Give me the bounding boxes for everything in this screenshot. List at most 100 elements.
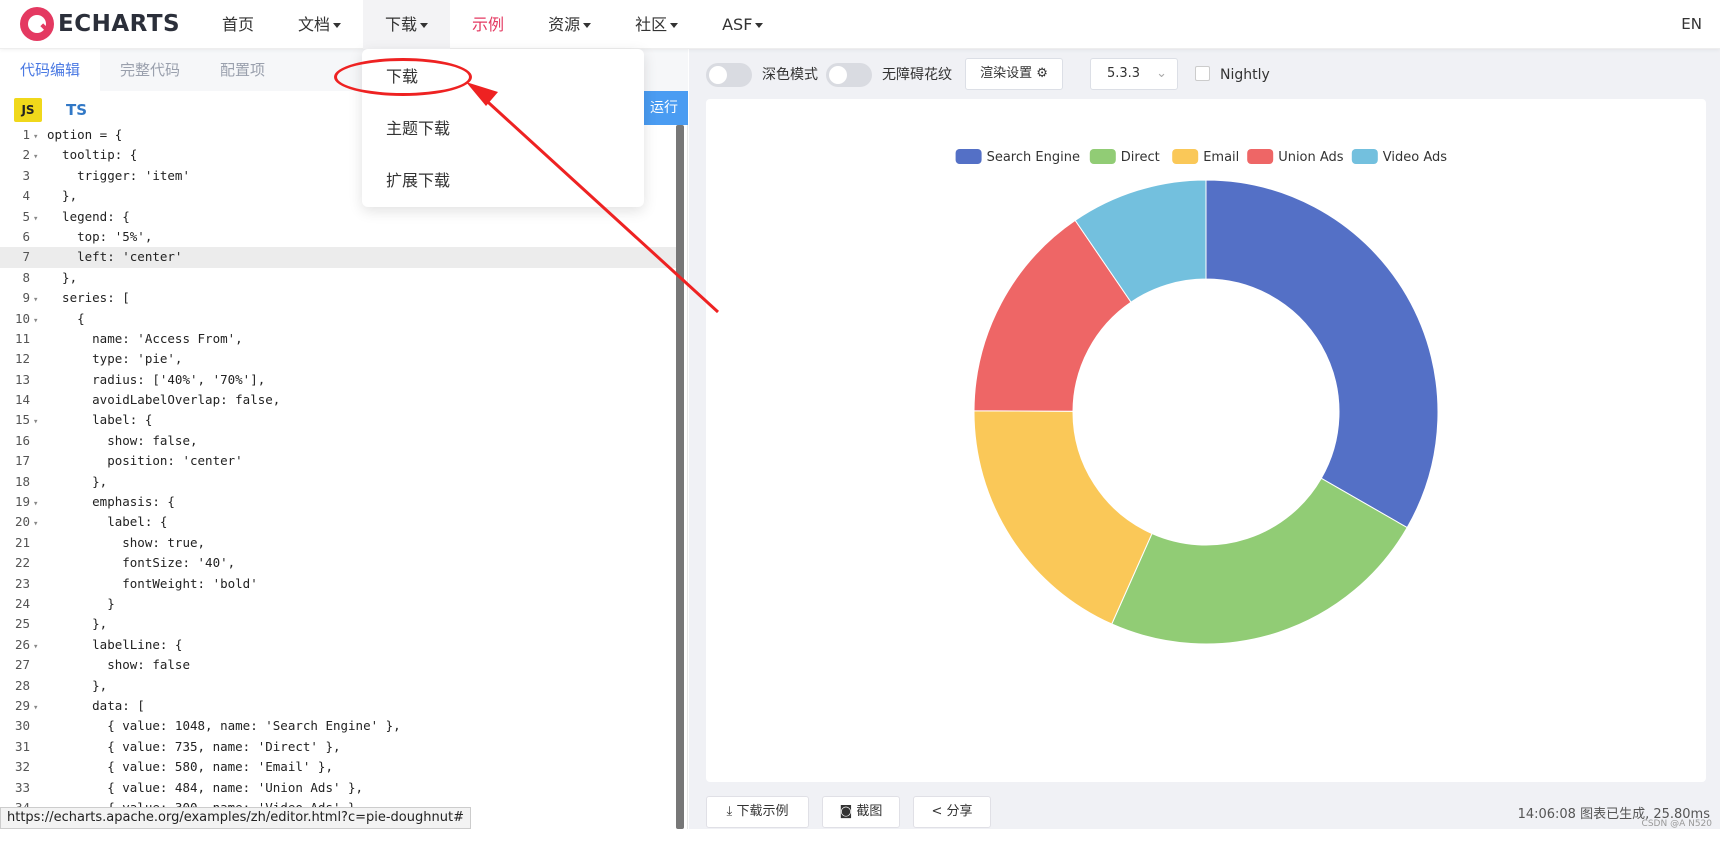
nav-item-label: 社区 bbox=[635, 15, 668, 34]
fold-caret-icon[interactable]: ▾ bbox=[33, 412, 47, 432]
fold-caret-icon[interactable]: ▾ bbox=[33, 637, 47, 657]
dropdown-item-theme-download[interactable]: 主题下载 bbox=[362, 103, 644, 155]
legend-label: Email bbox=[1203, 150, 1239, 165]
fold-caret-icon[interactable]: ▾ bbox=[33, 698, 47, 718]
tab-full-code[interactable]: 完整代码 bbox=[100, 49, 200, 91]
nav-item-label: 示例 bbox=[472, 15, 505, 34]
editor-scrollbar[interactable] bbox=[676, 125, 684, 829]
nav-item-home[interactable]: 首页 bbox=[200, 0, 276, 49]
code-line: 20 ▾ label: { bbox=[0, 512, 676, 532]
nav-item-label: 首页 bbox=[222, 15, 255, 34]
nightly-checkbox[interactable] bbox=[1195, 66, 1210, 81]
line-number: 19 bbox=[14, 494, 30, 510]
fold-caret-icon[interactable]: ▾ bbox=[33, 494, 47, 514]
fold-caret-icon[interactable]: ▾ bbox=[33, 514, 47, 534]
code-line: 26 ▾ labelLine: { bbox=[0, 635, 676, 655]
legend-label: Union Ads bbox=[1278, 150, 1344, 165]
line-number: 6 bbox=[22, 228, 30, 244]
line-number: 25 bbox=[14, 616, 30, 632]
nav-item-resources[interactable]: 资源 bbox=[526, 0, 613, 49]
tab-code-edit[interactable]: 代码编辑 bbox=[0, 49, 101, 91]
code-text: radius: ['40%', '70%'], bbox=[47, 371, 266, 387]
nav-item-label: 下载 bbox=[385, 15, 418, 34]
code-text: label: { bbox=[47, 514, 168, 530]
legend-swatch bbox=[1247, 149, 1274, 164]
pie-slice-direct[interactable] bbox=[1111, 477, 1408, 645]
code-text: type: 'pie', bbox=[47, 351, 183, 367]
line-number: 29 bbox=[14, 697, 30, 713]
fold-caret-icon[interactable]: ▾ bbox=[33, 147, 47, 167]
code-text: }, bbox=[47, 188, 78, 204]
nav-item-docs[interactable]: 文档 bbox=[276, 0, 363, 49]
version-select[interactable]: 5.3.3 ⌄ bbox=[1090, 58, 1178, 90]
legend-item[interactable]: Union Ads bbox=[1247, 149, 1344, 165]
chevron-down-icon: ⌄ bbox=[1156, 66, 1167, 81]
legend-item[interactable]: Email bbox=[1172, 149, 1239, 165]
line-number: 21 bbox=[14, 534, 30, 550]
screenshot-button[interactable]: ◙ 截图 bbox=[822, 796, 900, 828]
line-number: 26 bbox=[14, 636, 30, 652]
pie-slice-search-engine[interactable] bbox=[1205, 179, 1439, 529]
code-text: fontWeight: 'bold' bbox=[47, 575, 258, 591]
code-line: 17 position: 'center' bbox=[0, 451, 676, 471]
code-line: 30 { value: 1048, name: 'Search Engine' … bbox=[0, 716, 676, 736]
code-line: 5 ▾ legend: { bbox=[0, 207, 676, 227]
doughnut-chart[interactable]: Search Engine Direct Email Union Ads Video A… bbox=[706, 99, 1706, 782]
ts-toggle[interactable]: TS bbox=[66, 98, 87, 122]
legend-item[interactable]: Search Engine bbox=[955, 149, 1080, 165]
render-settings-button[interactable]: 渲染设置 ⚙ bbox=[965, 58, 1063, 90]
code-text: }, bbox=[47, 616, 108, 632]
echarts-logo[interactable]: ECHARTS bbox=[20, 7, 180, 41]
a11y-toggle[interactable] bbox=[826, 63, 872, 87]
nightly-label: Nightly bbox=[1220, 67, 1270, 83]
line-number: 3 bbox=[22, 167, 30, 183]
nav-item-download[interactable]: 下载 bbox=[363, 0, 451, 49]
js-toggle[interactable]: JS bbox=[14, 98, 42, 122]
nav-item-examples[interactable]: 示例 bbox=[450, 0, 526, 49]
language-switch[interactable]: EN bbox=[1681, 0, 1702, 49]
code-text: fontSize: '40', bbox=[47, 555, 236, 571]
code-area[interactable]: 1 ▾ option = {2 ▾ tooltip: {3 trigger: 'ite… bbox=[0, 125, 676, 865]
code-text: legend: { bbox=[47, 208, 130, 224]
nav-item-community[interactable]: 社区 bbox=[613, 0, 700, 49]
legend-swatch bbox=[955, 149, 982, 164]
dropdown-item-extension-download[interactable]: 扩展下载 bbox=[362, 155, 644, 207]
code-line: 19 ▾ emphasis: { bbox=[0, 492, 676, 512]
code-line: 33 { value: 484, name: 'Union Ads' }, bbox=[0, 778, 676, 798]
share-button[interactable]: < 分享 bbox=[913, 796, 991, 828]
run-button[interactable]: 运行 bbox=[640, 91, 688, 125]
fold-caret-icon[interactable]: ▾ bbox=[33, 311, 47, 331]
code-text: { bbox=[47, 310, 85, 326]
dark-mode-toggle[interactable] bbox=[706, 63, 752, 87]
line-number: 31 bbox=[14, 738, 30, 754]
top-navigation: ECHARTS 首页 文档 下载 示例 资源 社区 ASF EN bbox=[0, 0, 1720, 49]
nav-item-asf[interactable]: ASF bbox=[700, 0, 785, 49]
download-icon: ⤓ bbox=[726, 804, 737, 819]
fold-caret-icon[interactable]: ▾ bbox=[33, 127, 47, 147]
code-line: 21 show: true, bbox=[0, 533, 676, 553]
code-text: data: [ bbox=[47, 697, 145, 713]
line-number: 10 bbox=[14, 310, 30, 326]
pie-slice-email[interactable] bbox=[973, 410, 1153, 625]
tab-options[interactable]: 配置项 bbox=[200, 49, 285, 91]
code-line: 7 left: 'center' bbox=[0, 247, 676, 268]
legend-item[interactable]: Direct bbox=[1089, 149, 1160, 165]
line-number: 32 bbox=[14, 759, 30, 775]
line-number: 27 bbox=[14, 657, 30, 673]
download-example-button[interactable]: ⤓ 下载示例 bbox=[706, 796, 809, 828]
legend-item[interactable]: Video Ads bbox=[1351, 149, 1447, 165]
code-text: { value: 580, name: 'Email' }, bbox=[47, 759, 333, 775]
code-line: 24 } bbox=[0, 594, 676, 614]
fold-caret-icon[interactable]: ▾ bbox=[33, 290, 47, 310]
fold-caret-icon[interactable]: ▾ bbox=[33, 209, 47, 229]
screenshot-label: 截图 bbox=[856, 804, 883, 819]
watermark: CSDN @A N520 bbox=[1641, 819, 1712, 829]
